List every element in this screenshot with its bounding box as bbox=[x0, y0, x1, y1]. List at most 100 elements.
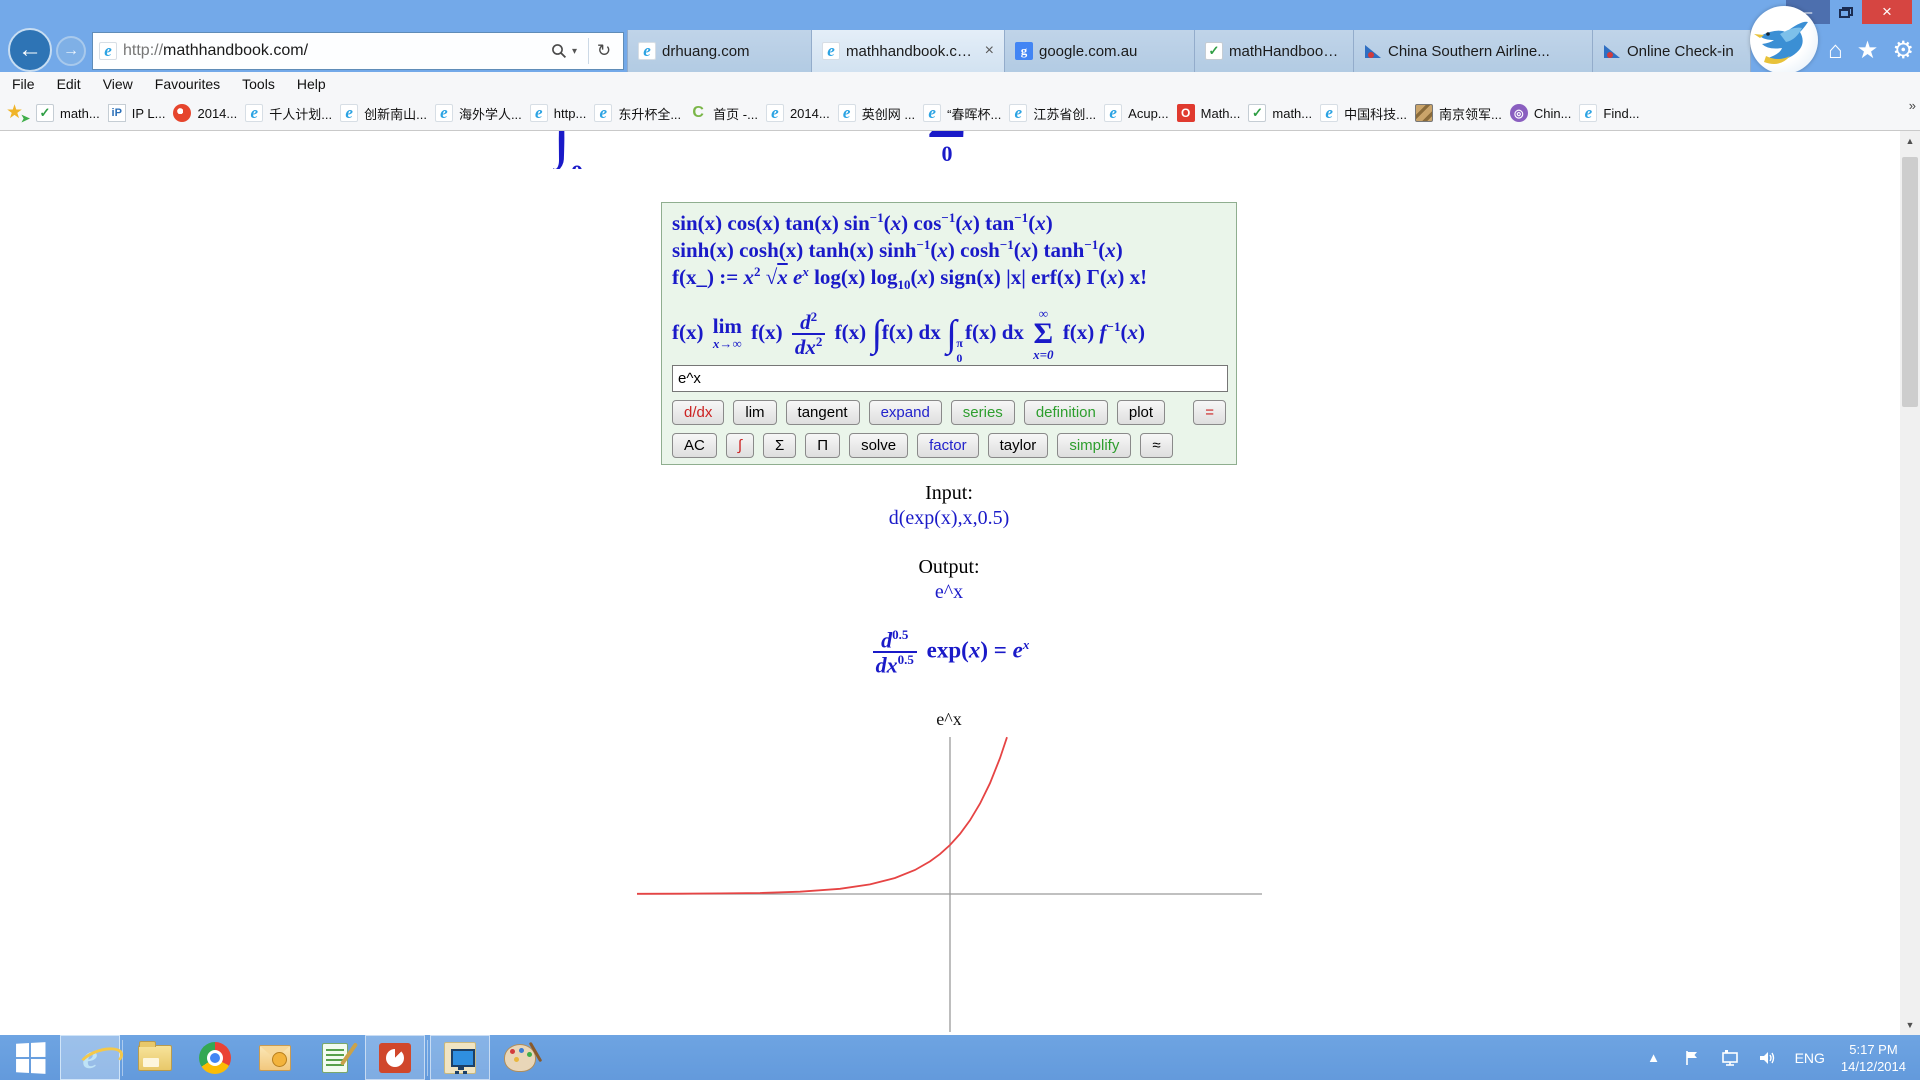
menu-favourites[interactable]: Favourites bbox=[155, 76, 220, 92]
plot-button[interactable]: plot bbox=[1117, 400, 1165, 425]
taskbar-paint[interactable] bbox=[490, 1035, 550, 1080]
ac-button[interactable]: AC bbox=[672, 433, 717, 458]
refresh-icon[interactable]: ↻ bbox=[591, 36, 617, 66]
desktop: – × ← → e http://mathhandbook.com/ ▾ ↻ e… bbox=[0, 0, 1920, 1080]
search-icon[interactable] bbox=[546, 36, 572, 66]
taskbar-file-explorer[interactable] bbox=[125, 1035, 185, 1080]
tab-mathhandbook2[interactable]: ✓ mathHandbook.com -... bbox=[1194, 30, 1353, 72]
expand-button[interactable]: expand bbox=[869, 400, 942, 425]
tab-mathhandbook-active[interactable]: e mathhandbook.com × bbox=[811, 30, 1004, 72]
airline-favicon bbox=[1364, 42, 1382, 60]
menu-help[interactable]: Help bbox=[297, 76, 326, 92]
product-button[interactable]: Π bbox=[805, 433, 840, 458]
taskbar-notepad[interactable] bbox=[305, 1035, 365, 1080]
taylor-button[interactable]: taylor bbox=[988, 433, 1049, 458]
favorite-item[interactable]: e中国科技... bbox=[1320, 104, 1407, 123]
show-hidden-icons-button[interactable]: ▲ bbox=[1643, 1047, 1665, 1069]
close-button[interactable]: × bbox=[1862, 0, 1912, 24]
network-icon[interactable] bbox=[1719, 1047, 1741, 1069]
menu-view[interactable]: View bbox=[103, 76, 133, 92]
scroll-down-arrow[interactable]: ▼ bbox=[1900, 1015, 1920, 1035]
favorite-item[interactable]: e英创网 ... bbox=[838, 104, 915, 123]
menu-file[interactable]: File bbox=[12, 76, 35, 92]
taskbar-internet-explorer[interactable]: e bbox=[60, 1035, 120, 1080]
taskbar-powerpoint[interactable] bbox=[365, 1035, 425, 1080]
clock[interactable]: 5:17 PM 14/12/2014 bbox=[1841, 1041, 1906, 1075]
taskbar-display-app[interactable] bbox=[430, 1035, 490, 1080]
expression-input[interactable] bbox=[672, 365, 1228, 392]
factor-button[interactable]: factor bbox=[917, 433, 979, 458]
restore-button[interactable] bbox=[1832, 0, 1860, 24]
favorite-item[interactable]: ◎Chin... bbox=[1510, 104, 1572, 122]
url-text[interactable]: http://mathhandbook.com/ bbox=[123, 42, 546, 60]
favorite-item[interactable]: ✓math... bbox=[1248, 104, 1312, 122]
favorites-overflow-chevron[interactable]: » bbox=[1909, 98, 1916, 113]
trig-functions-row[interactable]: sin(x) cos(x) tan(x) sin−1(x) cos−1(x) t… bbox=[672, 210, 1226, 237]
action-center-flag-icon[interactable] bbox=[1681, 1047, 1703, 1069]
settings-gear-icon[interactable]: ⚙ bbox=[1892, 36, 1914, 66]
favorites-star-icon[interactable]: ★ bbox=[1857, 36, 1879, 66]
favorite-item[interactable]: ehttp... bbox=[530, 104, 587, 122]
tab-strip: e drhuang.com e mathhandbook.com × g goo… bbox=[627, 30, 1751, 72]
lim-button[interactable]: lim bbox=[733, 400, 776, 425]
home-icon[interactable]: ⌂ bbox=[1828, 36, 1843, 66]
tab-close-icon[interactable]: × bbox=[985, 42, 994, 60]
menu-tools[interactable]: Tools bbox=[242, 76, 275, 92]
taskbar-chrome[interactable] bbox=[185, 1035, 245, 1080]
approx-button[interactable]: ≈ bbox=[1140, 433, 1172, 458]
volume-icon[interactable] bbox=[1757, 1047, 1779, 1069]
language-indicator[interactable]: ENG bbox=[1795, 1050, 1825, 1066]
tangent-button[interactable]: tangent bbox=[786, 400, 860, 425]
ie-favicon: e bbox=[594, 104, 612, 122]
favorite-item[interactable]: e创新南山... bbox=[340, 104, 427, 123]
ip-favicon: iP bbox=[108, 104, 126, 122]
series-button[interactable]: series bbox=[951, 400, 1015, 425]
bird-logo bbox=[1750, 6, 1818, 74]
ie-favicon: e bbox=[435, 104, 453, 122]
definition-button[interactable]: definition bbox=[1024, 400, 1108, 425]
forward-button[interactable]: → bbox=[56, 36, 86, 66]
add-favorite-button[interactable]: ★➤ bbox=[6, 103, 28, 123]
search-dropdown-caret[interactable]: ▾ bbox=[572, 46, 586, 57]
start-button[interactable] bbox=[0, 1035, 60, 1080]
scrollbar-thumb[interactable] bbox=[1902, 157, 1918, 407]
misc-functions-row[interactable]: f(x_) := x2 √x ex log(x) log10(x) sign(x… bbox=[672, 264, 1226, 294]
favorite-item[interactable]: ✓math... bbox=[36, 104, 100, 122]
tab-online-checkin[interactable]: Online Check-in bbox=[1592, 30, 1751, 72]
favorite-item[interactable]: OMath... bbox=[1177, 104, 1241, 122]
favorite-item[interactable]: e千人计划... bbox=[245, 104, 332, 123]
scroll-up-arrow[interactable]: ▲ bbox=[1900, 131, 1920, 151]
tab-drhuang[interactable]: e drhuang.com bbox=[627, 30, 811, 72]
favorite-item[interactable]: C首页 -... bbox=[689, 104, 758, 123]
solve-button[interactable]: solve bbox=[849, 433, 908, 458]
ie-favicon: e bbox=[638, 42, 656, 60]
tab-china-southern[interactable]: China Southern Airline... bbox=[1353, 30, 1592, 72]
favorite-item[interactable]: e“春晖杯... bbox=[923, 104, 1001, 123]
favorite-item[interactable]: e江苏省创... bbox=[1009, 104, 1096, 123]
menu-edit[interactable]: Edit bbox=[57, 76, 81, 92]
address-bar[interactable]: e http://mathhandbook.com/ ▾ ↻ bbox=[92, 32, 624, 70]
page-scrollbar[interactable]: ▲ ▼ bbox=[1900, 131, 1920, 1035]
ie-favicon: e bbox=[766, 104, 784, 122]
input-label: Input: bbox=[661, 482, 1237, 505]
favorite-item[interactable]: 2014... bbox=[173, 104, 237, 122]
favorite-item[interactable]: e2014... bbox=[766, 104, 830, 122]
favorite-item[interactable]: eAcup... bbox=[1104, 104, 1168, 122]
tab-google[interactable]: g google.com.au bbox=[1004, 30, 1194, 72]
simplify-button[interactable]: simplify bbox=[1057, 433, 1131, 458]
airline-favicon bbox=[1603, 42, 1621, 60]
favorite-item[interactable]: eFind... bbox=[1579, 104, 1639, 122]
back-button[interactable]: ← bbox=[8, 28, 52, 72]
equals-button[interactable]: = bbox=[1193, 400, 1226, 425]
taskbar-mail[interactable] bbox=[245, 1035, 305, 1080]
hyperbolic-functions-row[interactable]: sinh(x) cosh(x) tanh(x) sinh−1(x) cosh−1… bbox=[672, 237, 1226, 264]
favorite-item[interactable]: e东升杯全... bbox=[594, 104, 681, 123]
favorite-item[interactable]: e海外学人... bbox=[435, 104, 522, 123]
favorite-item[interactable]: iPIP L... bbox=[108, 104, 166, 122]
favorite-item[interactable]: 南京领军... bbox=[1415, 104, 1502, 123]
integrate-button[interactable]: ∫ bbox=[726, 433, 754, 458]
sum-button[interactable]: Σ bbox=[763, 433, 796, 458]
calculus-operators-row[interactable]: f(x) limx→∞ f(x) d2dx2 f(x) ∫f(x) dx ∫π0… bbox=[672, 298, 1226, 356]
ddx-button[interactable]: d/dx bbox=[672, 400, 724, 425]
system-tray: ▲ ENG 5:17 PM 14/12/2014 bbox=[1643, 1041, 1920, 1075]
